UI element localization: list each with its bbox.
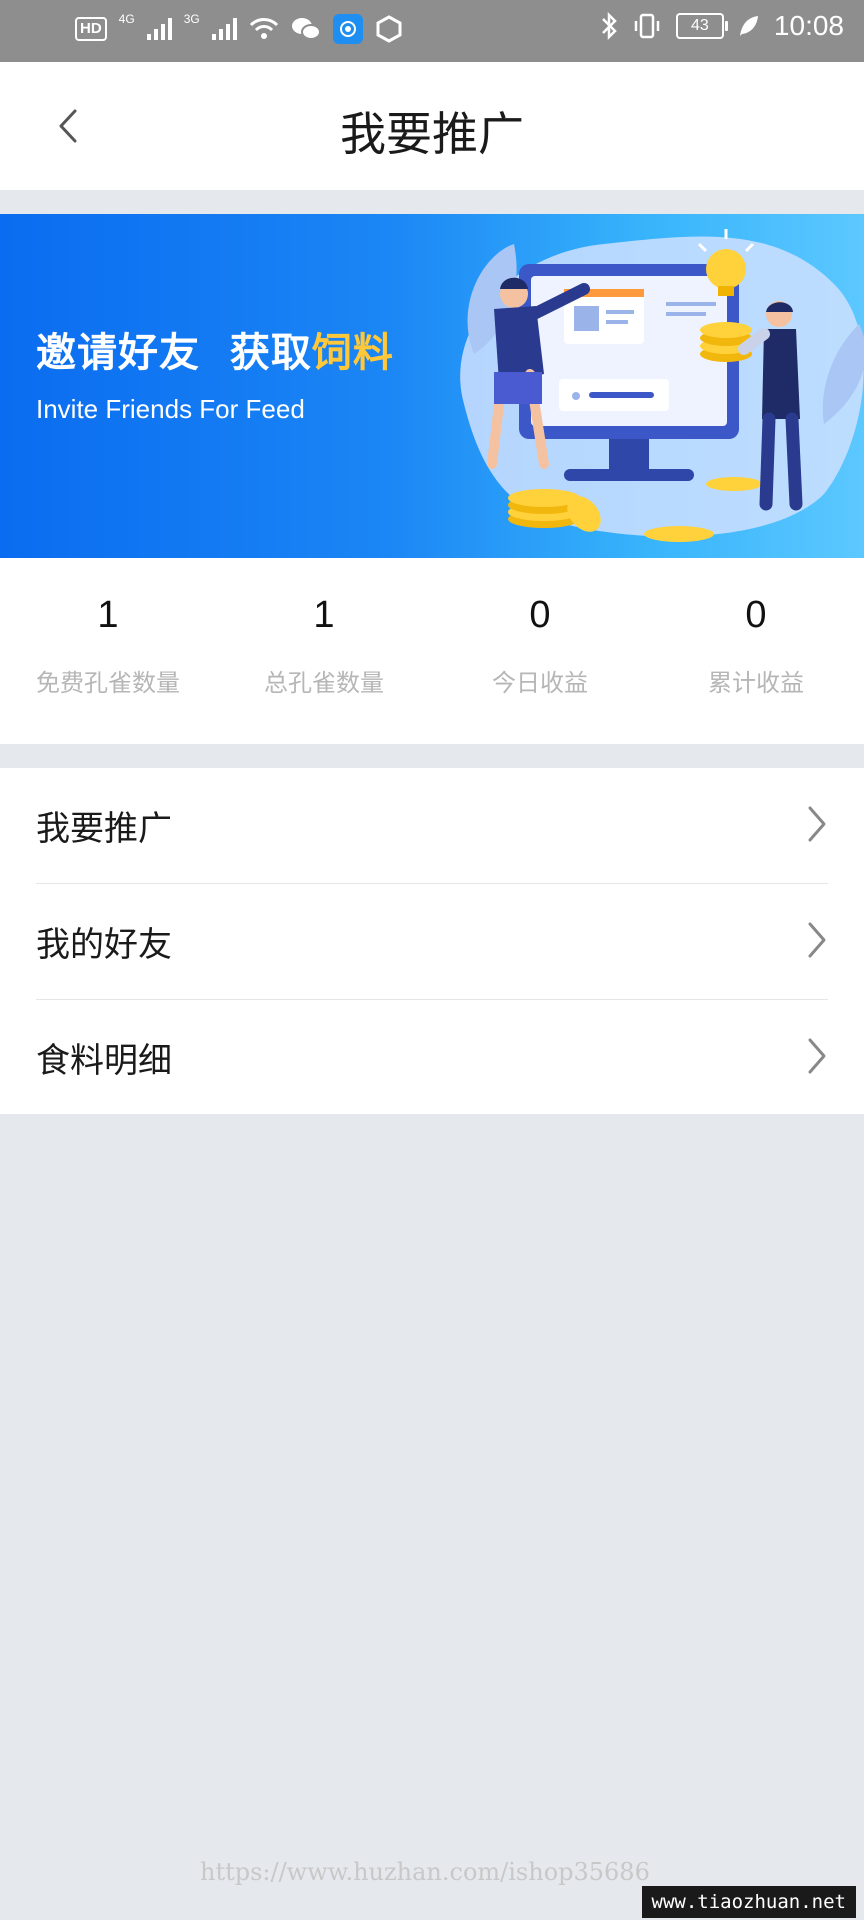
stat-value: 0 [745,594,767,636]
hd-badge: HD [75,17,107,41]
menu-item-label: 我要推广 [36,809,172,849]
status-left: HD 4G 3G [75,12,403,44]
watermark-badge: www.tiaozhuan.net [641,1886,856,1918]
stat-value: 0 [529,594,551,636]
menu-item-promote[interactable]: 我要推广 [36,768,828,884]
banner-title-prefix: 邀请好友 获取 [36,330,312,376]
stat-today-earnings: 0 今日收益 [432,558,648,744]
banner-illustration [460,229,864,542]
stat-label: 免费孔雀数量 [36,669,180,697]
stat-free-peacock: 1 免费孔雀数量 [0,558,216,744]
menu-item-label: 我的好友 [36,925,172,965]
network-type-1: 4G [118,12,135,26]
wechat-icon [291,18,321,40]
stat-label: 累计收益 [708,669,804,697]
stat-label: 总孔雀数量 [264,669,384,697]
status-bar: HD 4G 3G 43 10:08 [0,0,864,62]
watermark-url: https://www.huzhan.com/ishop35686 [200,1858,650,1886]
battery-icon: 43 [675,13,728,39]
chevron-right-icon [808,922,826,958]
signal-icon [146,18,172,40]
stat-value: 1 [97,594,119,636]
page-title: 我要推广 [340,107,524,161]
stat-total-peacock: 1 总孔雀数量 [216,558,432,744]
app-hexagon-icon [376,15,402,43]
bluetooth-icon [602,11,617,41]
chevron-right-icon [808,1038,826,1074]
nav-header: 我要推广 [0,62,864,190]
wifi-icon [249,18,278,39]
stat-total-earnings: 0 累计收益 [648,558,864,744]
leaf-icon [739,16,758,36]
stats-panel: 1 免费孔雀数量 1 总孔雀数量 0 今日收益 0 累计收益 [0,558,864,744]
status-right: 43 10:08 [600,10,844,42]
vibrate-icon [634,13,660,39]
chevron-right-icon [808,806,826,842]
banner-subtitle: Invite Friends For Feed [36,394,305,424]
network-type-2: 3G [183,12,200,26]
banner-title-highlight: 饲料 [311,330,394,376]
stat-label: 今日收益 [492,669,588,697]
menu-item-feed-details[interactable]: 食料明细 [36,1000,828,1115]
menu-list: 我要推广 我的好友 食料明细 [0,768,864,1114]
invite-banner[interactable]: 邀请好友 获取饲料 Invite Friends For Feed [0,214,864,558]
banner-title: 邀请好友 获取饲料 [36,320,394,378]
menu-item-label: 食料明细 [36,1041,172,1081]
status-time: 10:08 [773,10,844,41]
menu-item-my-friends[interactable]: 我的好友 [36,884,828,1000]
signal-icon-2 [211,18,237,40]
hotspot-app-icon [332,14,363,44]
stat-value: 1 [313,594,335,636]
